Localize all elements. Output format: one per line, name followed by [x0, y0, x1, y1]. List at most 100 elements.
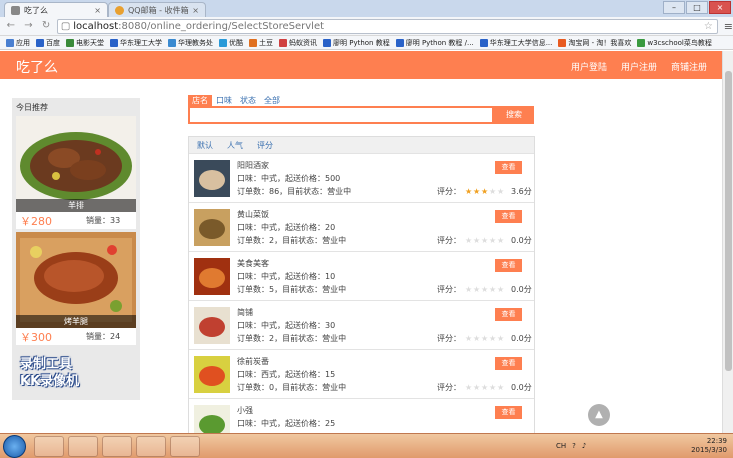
view-store-button[interactable]: 查看 — [495, 259, 522, 272]
star-icon: ★ — [481, 285, 489, 294]
store-rating: 评分： ★ ★ ★ ★ ★ 3.6分 — [437, 186, 532, 197]
store-thumbnail[interactable] — [194, 209, 230, 246]
taskbar-app-icon[interactable] — [170, 436, 200, 457]
page-scrollbar[interactable] — [722, 51, 733, 433]
sort-tab[interactable]: 默认 — [197, 140, 213, 151]
scrollbar-thumb[interactable] — [725, 71, 732, 371]
store-thumbnail[interactable] — [194, 307, 230, 344]
dish-meta: ￥280 销量：33 — [16, 212, 136, 229]
store-taste-price: 口味：中式，起送价格：30 — [237, 321, 336, 330]
bookmark-item[interactable]: 百度 — [36, 38, 60, 48]
bookmark-item[interactable]: 电影天堂 — [66, 38, 104, 48]
close-icon[interactable]: × — [192, 6, 199, 15]
search-tab[interactable]: 全部 — [260, 95, 284, 106]
rating-score: 0.0分 — [511, 334, 532, 343]
login-link[interactable]: 用户登陆 — [571, 60, 607, 73]
store-orders-status: 订单数：2，目前状态：营业中 — [237, 334, 347, 343]
input-language[interactable]: CH — [556, 442, 566, 450]
star-icon: ★ — [473, 334, 481, 343]
bookmark-item[interactable]: 廖明 Python 教程 /... — [395, 38, 474, 48]
search-box: 搜索 — [188, 106, 534, 124]
bookmark-icon — [110, 38, 118, 47]
view-store-button[interactable]: 查看 — [495, 406, 522, 419]
star-icon: ★ — [473, 285, 481, 294]
store-name[interactable]: 阳阳酒家 — [237, 160, 269, 171]
browser-tab-active[interactable]: 吃了么 × — [4, 2, 108, 17]
store-taste-price: 口味：中式，起送价格：25 — [237, 419, 336, 428]
search-tab[interactable]: 店名 — [188, 95, 212, 106]
bookmark-label: 百度 — [46, 38, 60, 47]
bookmark-item[interactable]: 华理教务处 — [168, 38, 213, 48]
search-input[interactable] — [188, 106, 494, 124]
help-icon[interactable]: ? — [572, 442, 576, 450]
bookmark-item[interactable]: 廖明 Python 教程 — [323, 38, 390, 48]
star-icon: ★ — [481, 383, 489, 392]
minimize-button[interactable]: – — [663, 1, 685, 14]
bookmark-item[interactable]: 华东理工大学信息... — [479, 38, 552, 48]
bookmark-item[interactable]: 蚂蚁资讯 — [279, 38, 317, 48]
sort-tab[interactable]: 评分 — [257, 140, 273, 151]
bookmark-star-icon[interactable]: ☆ — [704, 21, 713, 32]
register-link[interactable]: 用户注册 — [621, 60, 657, 73]
bookmark-item[interactable]: 淘宝网 - 淘！我喜欢 — [558, 38, 631, 48]
volume-icon[interactable]: ♪ — [582, 442, 586, 450]
close-window-button[interactable]: × — [709, 1, 731, 14]
address-bar[interactable]: ▢ localhost :8080/online_ordering/Select… — [56, 18, 718, 34]
store-thumbnail[interactable] — [194, 258, 230, 295]
taskbar-app-icon[interactable] — [136, 436, 166, 457]
view-store-button[interactable]: 查看 — [495, 161, 522, 174]
dish-image[interactable]: 羊排 — [16, 116, 136, 212]
bookmark-item[interactable]: w3cschool菜鸟教程 — [637, 38, 712, 48]
star-icon: ★ — [497, 334, 505, 343]
view-store-button[interactable]: 查看 — [495, 210, 522, 223]
view-store-button[interactable]: 查看 — [495, 357, 522, 370]
store-thumbnail[interactable] — [194, 356, 230, 393]
page-icon: ▢ — [60, 20, 71, 32]
bookmark-item[interactable]: 土豆 — [249, 38, 273, 48]
bookmark-item[interactable]: 优酷 — [219, 38, 243, 48]
windows-taskbar: CH ? ♪ 22:39 2015/3/30 — [0, 433, 733, 458]
star-icon: ★ — [489, 187, 497, 196]
recommend-dish[interactable]: 烤羊腿 ￥300 销量：24 — [16, 232, 136, 345]
store-name[interactable]: 徐前炭番 — [237, 356, 269, 367]
view-store-button[interactable]: 查看 — [495, 308, 522, 321]
clock[interactable]: 22:39 2015/3/30 — [691, 437, 727, 455]
store-name[interactable]: 简铺 — [237, 307, 253, 318]
maximize-button[interactable]: □ — [686, 1, 708, 14]
close-icon[interactable]: × — [94, 6, 101, 15]
search-type-tabs: 店名 口味 状态 全部 — [188, 93, 534, 106]
store-name[interactable]: 美食美客 — [237, 258, 269, 269]
bookmark-icon — [323, 38, 331, 47]
taskbar-app-icon[interactable] — [102, 436, 132, 457]
store-name[interactable]: 黄山菜饭 — [237, 209, 269, 220]
site-logo[interactable]: 吃了么 — [16, 57, 58, 77]
back-to-top-button[interactable]: ▲ — [588, 404, 610, 426]
tab-title: 吃了么 — [24, 5, 48, 15]
browser-tab-inactive[interactable]: QQ邮箱 - 收件箱 × — [108, 2, 206, 17]
dish-image[interactable]: 烤羊腿 — [16, 232, 136, 328]
bookmark-label: 华东理工大学 — [120, 38, 162, 47]
sort-tab[interactable]: 人气 — [227, 140, 243, 151]
dish-meta: ￥300 销量：24 — [16, 328, 136, 345]
rating-label: 评分： — [437, 334, 461, 343]
taskbar-chrome-icon[interactable] — [34, 436, 64, 457]
bookmark-label: 淘宝网 - 淘！我喜欢 — [568, 38, 632, 47]
bookmark-item[interactable]: 华东理工大学 — [110, 38, 162, 48]
store-thumbnail[interactable] — [194, 405, 230, 433]
bookmark-item[interactable]: 应用 — [6, 38, 30, 48]
forward-arrow-icon[interactable]: → — [22, 19, 36, 33]
search-button[interactable]: 搜索 — [494, 106, 534, 124]
back-arrow-icon[interactable]: ← — [4, 19, 18, 33]
start-button[interactable] — [3, 435, 26, 458]
search-tab[interactable]: 状态 — [236, 95, 260, 106]
store-name[interactable]: 小强 — [237, 405, 253, 416]
shop-register-link[interactable]: 商铺注册 — [671, 60, 707, 73]
recommend-dish[interactable]: 羊排 ￥280 销量：33 — [16, 116, 136, 229]
menu-icon[interactable]: ≡ — [724, 20, 733, 33]
taskbar-app-icon[interactable] — [68, 436, 98, 457]
window-controls: – □ × — [663, 1, 731, 14]
search-tab[interactable]: 口味 — [212, 95, 236, 106]
clock-time: 22:39 — [706, 437, 727, 445]
store-thumbnail[interactable] — [194, 160, 230, 197]
reload-icon[interactable]: ↻ — [39, 19, 53, 33]
